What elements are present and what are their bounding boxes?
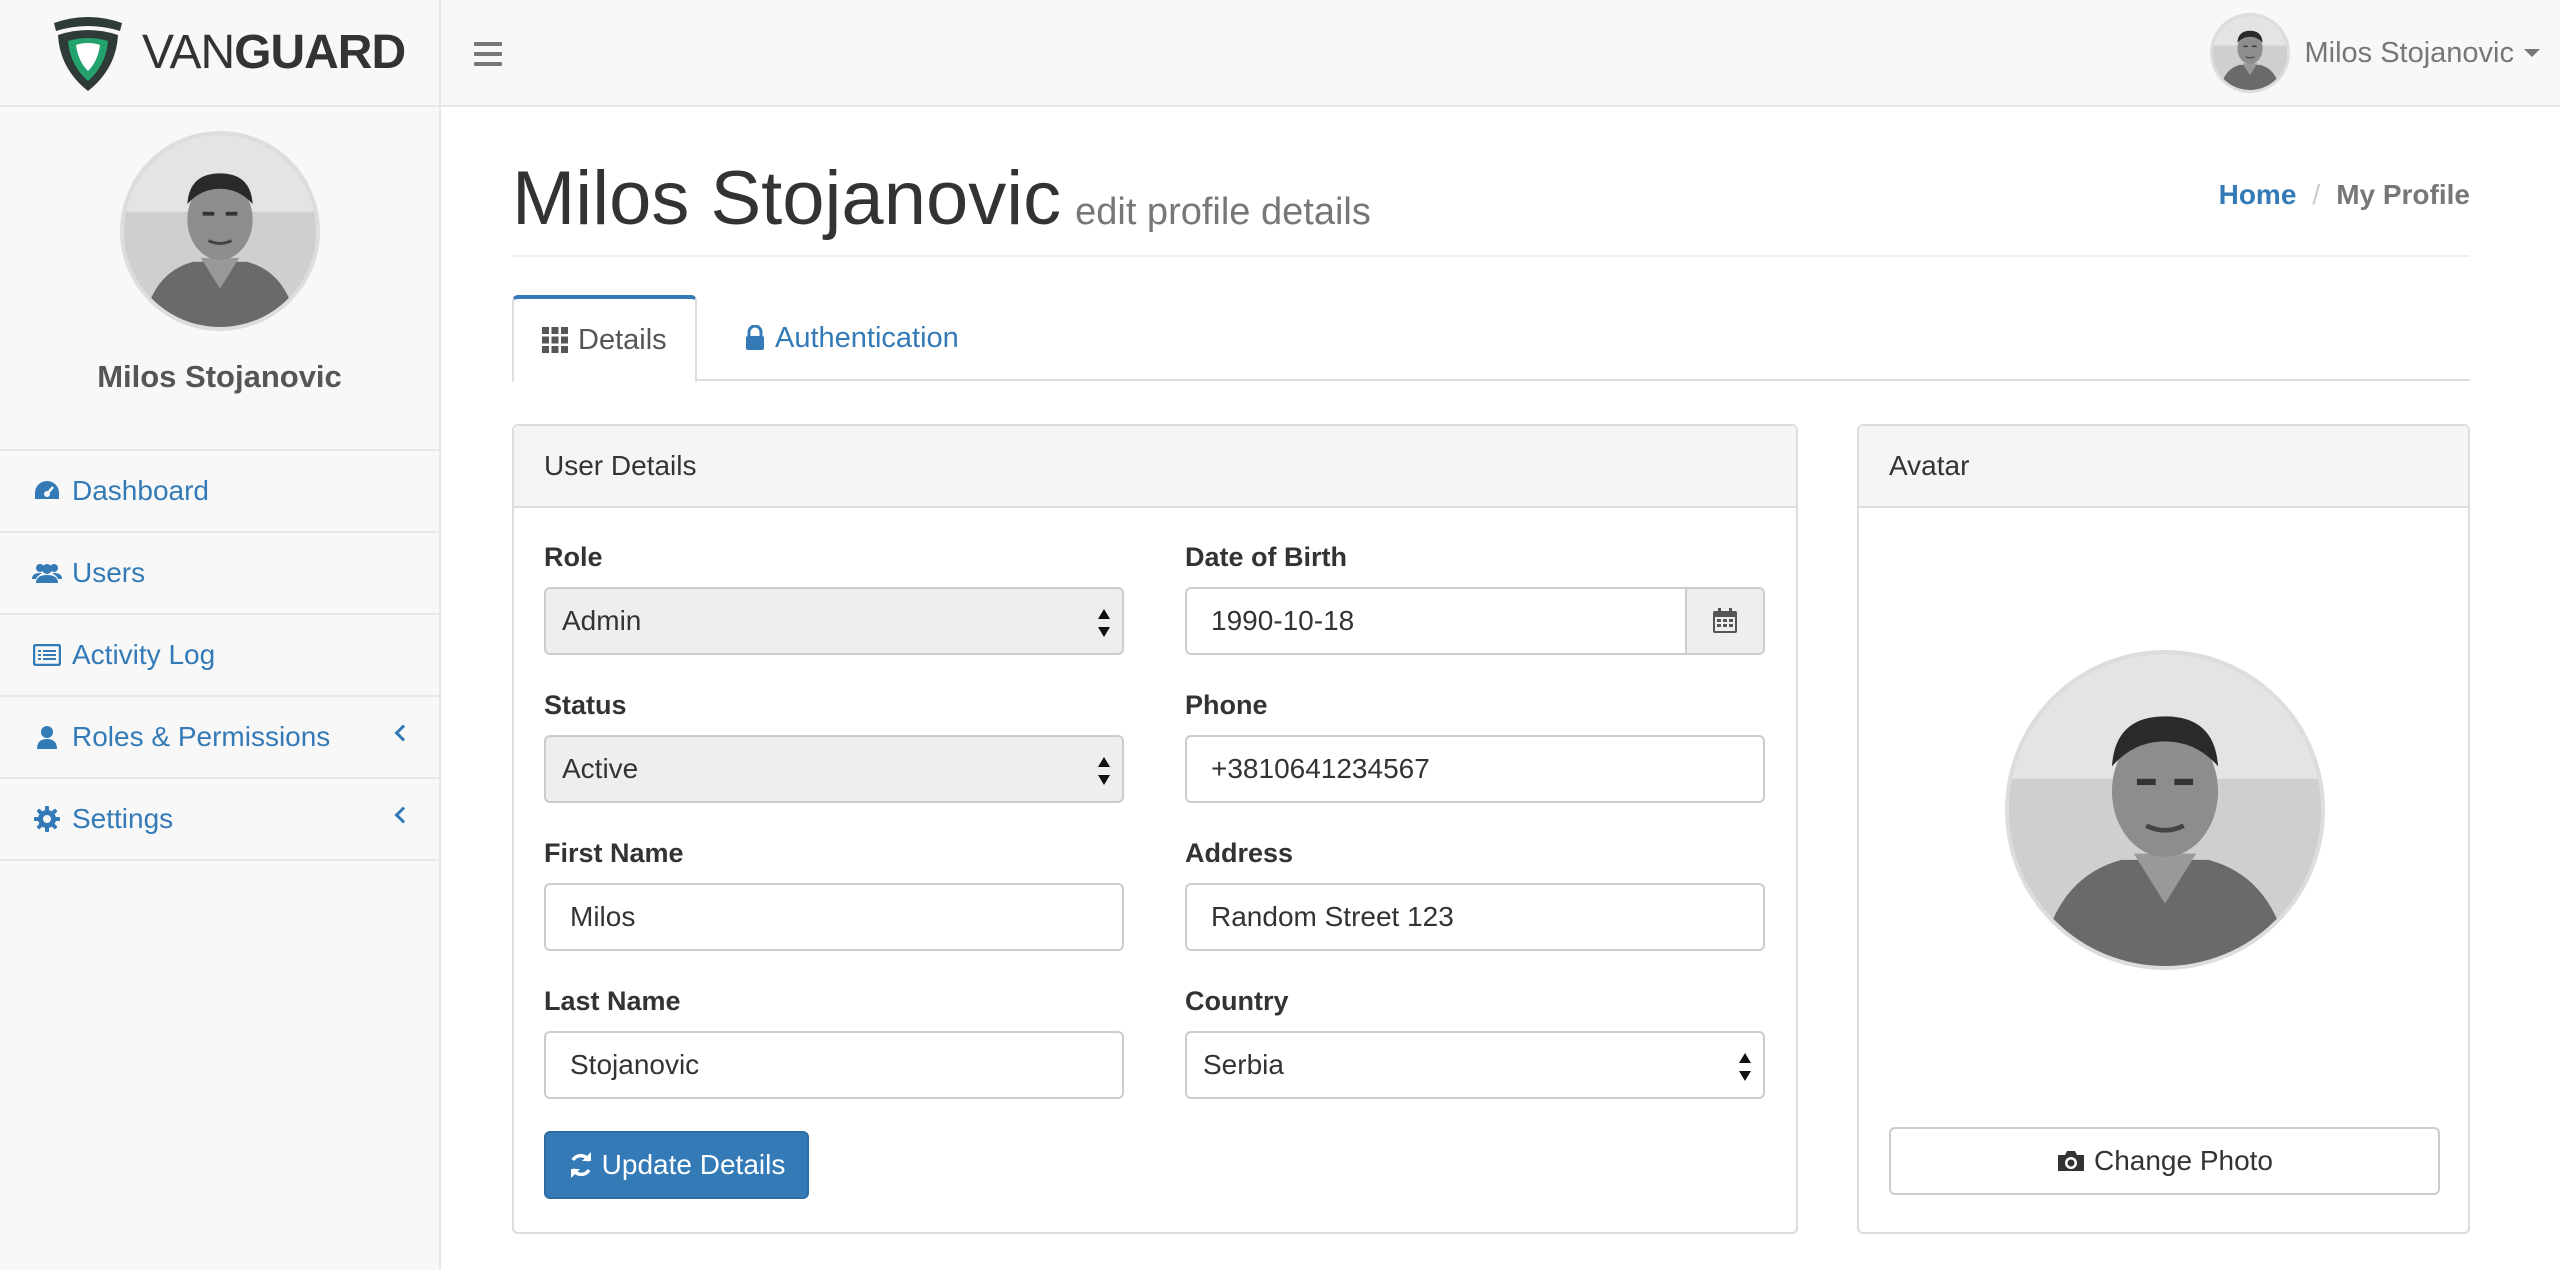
refresh-icon [568,1152,594,1178]
user-menu-name: Milos Stojanovic [2304,36,2514,69]
lock-icon [745,325,765,351]
caret-down-icon [2524,49,2540,57]
select-arrows-icon [1739,1051,1751,1083]
sidebar-item-users[interactable]: Users [0,533,439,615]
update-details-label: Update Details [601,1149,786,1180]
calendar-icon [1713,608,1737,633]
page-title: Milos Stojanovic edit profile details [512,155,1371,242]
sidebar-user-name: Milos Stojanovic [97,359,342,394]
dob-field: Date of Birth 1990-10-18 [1185,542,1765,655]
gear-icon [32,804,62,834]
breadcrumb-home-link[interactable]: Home [2219,179,2297,210]
user-menu-dropdown[interactable]: Milos Stojanovic [2210,10,2540,96]
sidebar-item-dashboard[interactable]: Dashboard [0,451,439,533]
users-icon [32,558,62,588]
sidebar-item-settings[interactable]: Settings [0,779,439,861]
user-details-heading: User Details [514,426,1796,508]
user-details-panel: User Details Role Admin Status Active Fi… [512,424,1798,1234]
select-arrows-icon [1098,755,1110,787]
address-label: Address [1185,838,1294,868]
address-input[interactable]: Random Street 123 [1185,883,1765,951]
list-icon [32,640,62,670]
country-field: Country Serbia [1185,986,1765,1099]
main-content: Milos Stojanovic edit profile details Hom… [512,107,2470,1234]
status-select-value: Active [562,753,639,784]
status-label: Status [544,690,627,720]
last-name-label: Last Name [544,986,681,1016]
phone-field: Phone +3810641234567 [1185,690,1765,803]
phone-value: +3810641234567 [1211,753,1430,784]
change-photo-label: Change Photo [2093,1145,2274,1176]
avatar-panel: Avatar Change Photo [1857,424,2470,1234]
country-select[interactable]: Serbia [1185,1031,1765,1099]
role-label: Role [544,542,603,572]
sidebar-profile: Milos Stojanovic [0,131,439,451]
address-value: Random Street 123 [1211,901,1454,932]
sidebar-item-label: Settings [72,803,174,834]
role-select[interactable]: Admin [544,587,1124,655]
profile-avatar-image [2005,650,2325,970]
tab-details[interactable]: Details [512,295,697,383]
sidebar-item-label: Dashboard [72,475,209,506]
phone-input[interactable]: +3810641234567 [1185,735,1765,803]
chevron-left-icon [394,806,412,824]
role-select-value: Admin [562,605,642,636]
first-name-input[interactable]: Milos [544,883,1124,951]
sidebar-toggle-icon[interactable] [474,42,502,66]
brand-name-light: VAN [142,26,235,79]
dashboard-icon [32,476,62,506]
breadcrumb: Home / My Profile [2219,179,2470,211]
status-select[interactable]: Active [544,735,1124,803]
breadcrumb-separator: / [2312,179,2321,210]
top-navbar: VANGUARD Milos Stojanovic [0,0,2560,107]
page-title-text: Milos Stojanovic [512,156,1062,241]
brand-name: VANGUARD [142,25,406,80]
sidebar: Milos Stojanovic Dashboard Users Activit… [0,107,441,1270]
sidebar-item-activity-log[interactable]: Activity Log [0,615,439,697]
page-subtitle: edit profile details [1075,191,1371,233]
brand[interactable]: VANGUARD [0,0,441,105]
camera-icon [2056,1149,2086,1173]
update-details-button[interactable]: Update Details [544,1131,809,1199]
dob-input-group: 1990-10-18 [1185,587,1765,655]
dob-value: 1990-10-18 [1211,605,1355,636]
sidebar-item-roles-permissions[interactable]: Roles & Permissions [0,697,439,779]
first-name-value: Milos [570,901,636,932]
vanguard-logo-icon [54,16,122,91]
sidebar-avatar [119,131,320,331]
country-label: Country [1185,986,1289,1016]
last-name-input[interactable]: Stojanovic [544,1031,1124,1099]
breadcrumb-current: My Profile [2336,179,2470,210]
sidebar-item-label: Roles & Permissions [72,721,331,752]
dob-input[interactable]: 1990-10-18 [1185,587,1687,655]
sidebar-item-label: Users [72,557,146,588]
dob-label: Date of Birth [1185,542,1347,572]
last-name-value: Stojanovic [570,1049,700,1080]
page-header: Milos Stojanovic edit profile details Hom… [512,107,2470,257]
phone-label: Phone [1185,690,1268,720]
avatar-heading: Avatar [1859,426,2468,508]
chevron-left-icon [394,724,412,742]
address-field: Address Random Street 123 [1185,838,1765,951]
first-name-label: First Name [544,838,684,868]
profile-tabs: Details Authentication [512,295,2470,383]
calendar-button[interactable] [1687,587,1765,655]
tab-authentication-label: Authentication [775,321,959,354]
change-photo-button[interactable]: Change Photo [1889,1127,2440,1195]
tab-details-label: Details [578,323,667,356]
status-field: Status Active [544,690,1124,803]
select-arrows-icon [1098,607,1110,639]
first-name-field: First Name Milos [544,838,1124,951]
user-icon [32,722,62,752]
brand-name-bold: GUARD [234,26,406,79]
last-name-field: Last Name Stojanovic [544,986,1124,1099]
role-field: Role Admin [544,542,1124,655]
avatar [2210,13,2291,93]
country-select-value: Serbia [1203,1049,1284,1080]
grid-icon [542,327,568,353]
tab-authentication[interactable]: Authentication [731,295,959,381]
sidebar-item-label: Activity Log [72,639,216,670]
